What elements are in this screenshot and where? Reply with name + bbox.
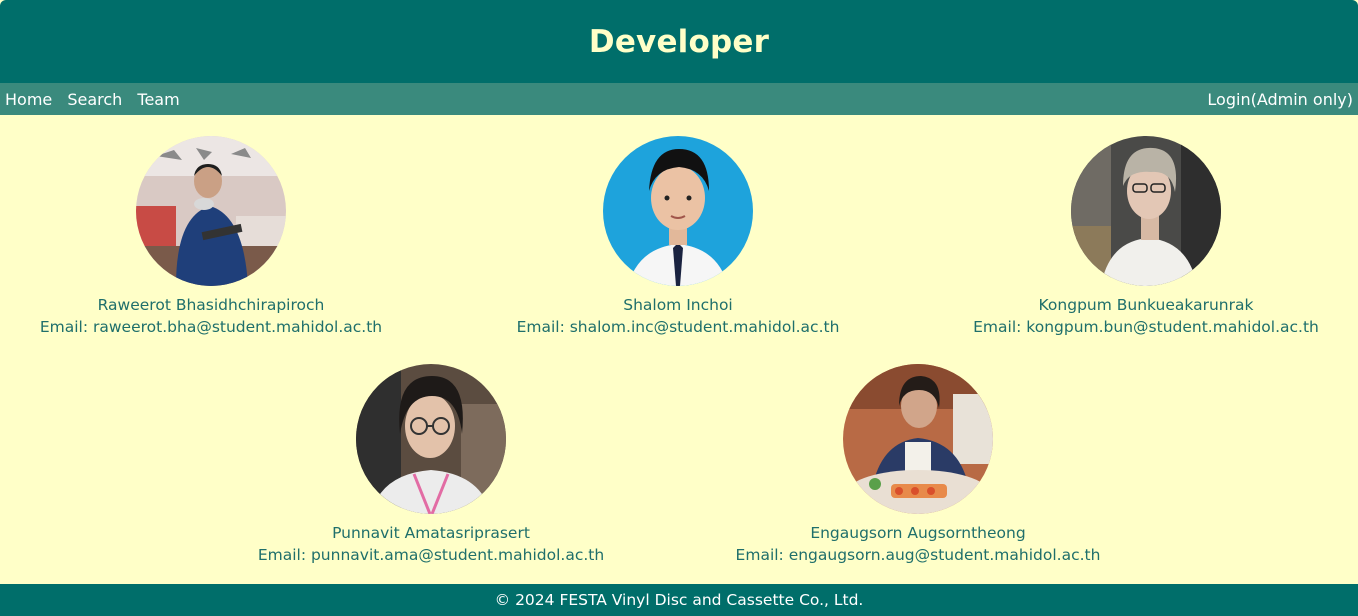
nav-left-group: Home Search Team	[5, 90, 190, 109]
profile-photo	[843, 364, 993, 514]
member-name: Raweerot Bhasidhchirapiroch	[97, 296, 325, 314]
nav-link-search[interactable]: Search	[67, 90, 122, 109]
member-name: Punnavit Amatasriprasert	[332, 524, 530, 542]
team-member-card: Raweerot Bhasidhchirapiroch Email: rawee…	[0, 136, 441, 338]
profile-photo	[136, 136, 286, 286]
nav-link-team[interactable]: Team	[137, 90, 179, 109]
nav-link-login[interactable]: Login(Admin only)	[1207, 90, 1353, 109]
member-email: Email: punnavit.ama@student.mahidol.ac.t…	[257, 546, 605, 564]
member-email: Email: shalom.inc@student.mahidol.ac.th	[516, 318, 840, 336]
avatar	[1071, 136, 1221, 286]
profile-photo	[603, 136, 753, 286]
navigation-bar: Home Search Team Login(Admin only)	[0, 83, 1358, 115]
copyright-text: © 2024 FESTA Vinyl Disc and Cassette Co.…	[494, 591, 864, 609]
profile-photo	[356, 364, 506, 514]
member-name: Kongpum Bunkueakarunrak	[1038, 296, 1254, 314]
team-member-card: Punnavit Amatasriprasert Email: punnavit…	[201, 364, 661, 566]
page-title: Developer	[588, 23, 770, 60]
member-name: Shalom Inchoi	[623, 296, 733, 314]
page-header: Developer	[0, 0, 1358, 83]
avatar	[136, 136, 286, 286]
nav-link-home[interactable]: Home	[5, 90, 52, 109]
avatar	[843, 364, 993, 514]
avatar	[356, 364, 506, 514]
member-email: Email: kongpum.bun@student.mahidol.ac.th	[973, 318, 1319, 336]
member-email: Email: raweerot.bha@student.mahidol.ac.t…	[39, 318, 383, 336]
avatar	[603, 136, 753, 286]
member-email: Email: engaugsorn.aug@student.mahidol.ac…	[735, 546, 1101, 564]
page-footer: © 2024 FESTA Vinyl Disc and Cassette Co.…	[0, 584, 1358, 616]
team-member-card: Shalom Inchoi Email: shalom.inc@student.…	[448, 136, 908, 338]
profile-photo	[1071, 136, 1221, 286]
team-member-card: Engaugsorn Augsorntheong Email: engaugso…	[688, 364, 1148, 566]
team-member-card: Kongpum Bunkueakarunrak Email: kongpum.b…	[916, 136, 1358, 338]
member-name: Engaugsorn Augsorntheong	[810, 524, 1026, 542]
